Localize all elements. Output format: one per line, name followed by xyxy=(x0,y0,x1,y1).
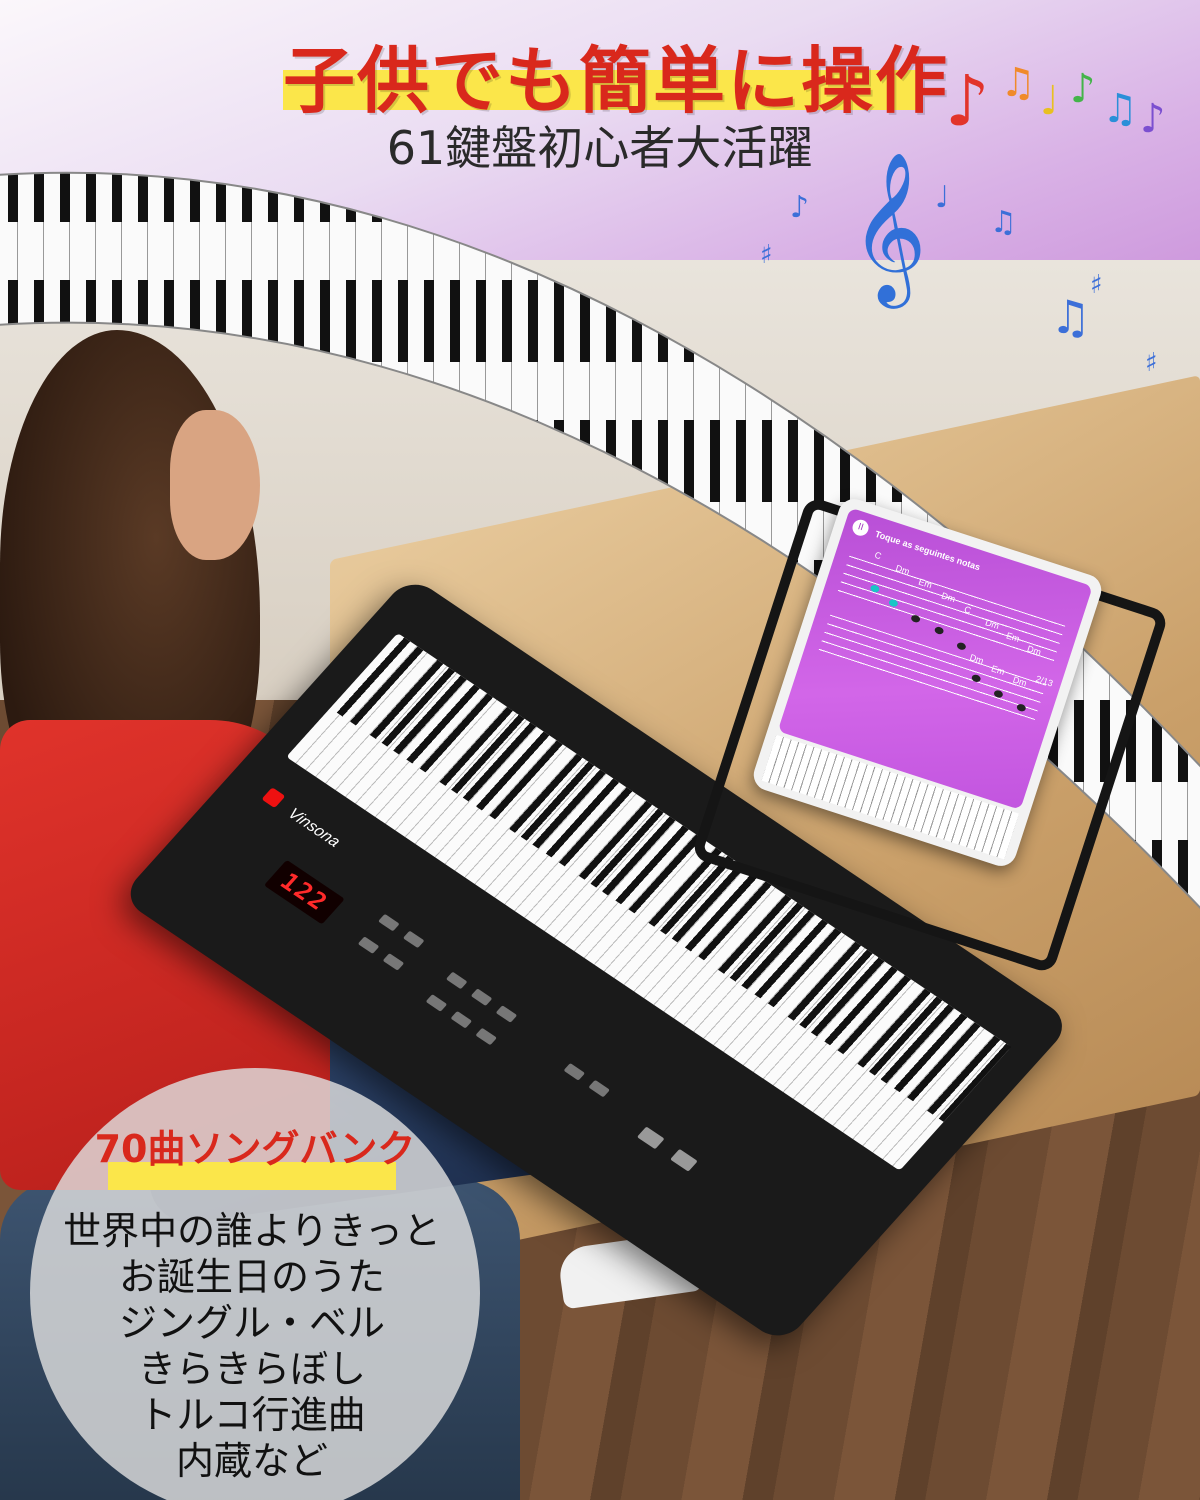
chord-label: C xyxy=(873,549,883,562)
subheadline: 61鍵盤初心者大活躍 xyxy=(386,121,814,175)
headline-block: 子供でも簡単に操作 xyxy=(283,18,947,123)
panel-button xyxy=(470,988,493,1006)
sharp-icon: ♯ xyxy=(760,240,773,270)
led-display: 122 xyxy=(263,859,345,925)
panel-button xyxy=(450,1010,473,1029)
panel-button xyxy=(636,1126,665,1150)
panel-button xyxy=(357,936,380,954)
music-note-icon: ♪ xyxy=(1140,96,1166,142)
music-note-icon: ♫ xyxy=(1050,290,1092,344)
tablet-title: Toque as seguintes notas xyxy=(873,528,982,573)
pause-icon: II xyxy=(850,517,871,538)
song-item: 世界中の誰よりきっと xyxy=(63,1209,441,1253)
music-note-icon: ♫ xyxy=(990,205,1017,240)
panel-button xyxy=(563,1063,586,1081)
girl-face xyxy=(170,410,260,560)
music-note-icon: ♪ xyxy=(945,60,990,142)
music-note-icon: ♩ xyxy=(1040,78,1059,124)
panel-button xyxy=(378,913,400,932)
panel-button xyxy=(670,1148,698,1172)
sharp-icon: ♯ xyxy=(1090,270,1103,300)
music-note-icon: ♪ xyxy=(1070,66,1096,112)
song-item: きらきらぼし xyxy=(137,1347,366,1391)
panel-button xyxy=(588,1079,611,1098)
product-photo: Vinsona 122 II Toque as seguintes notas … xyxy=(0,0,1200,1500)
panel-button xyxy=(382,953,405,971)
note-marker xyxy=(956,641,967,651)
sharp-icon: ♯ xyxy=(1145,348,1158,378)
panel-button xyxy=(495,1005,518,1023)
song-item: お誕生日のうた xyxy=(118,1255,385,1299)
music-note-icon: ♫ xyxy=(1000,60,1036,106)
panel-button xyxy=(402,930,425,949)
song-item: 内蔵など xyxy=(175,1439,328,1483)
music-note-icon: ♫ xyxy=(1102,86,1138,132)
panel-button xyxy=(425,994,448,1012)
panel-button xyxy=(445,971,468,990)
song-item: ジングル・ベル xyxy=(118,1301,385,1345)
brand-logo: Vinsona xyxy=(284,805,344,851)
panel-button xyxy=(475,1027,498,1046)
song-list: 世界中の誰よりきっと お誕生日のうた ジングル・ベル きらきらぼし トルコ行進曲… xyxy=(62,1208,442,1484)
music-note-icon: ♩ xyxy=(935,180,950,215)
power-button xyxy=(261,787,286,809)
music-note-icon: ♪ xyxy=(790,190,810,225)
badge-title: 70曲ソングバンク xyxy=(94,1127,416,1171)
song-item: トルコ行進曲 xyxy=(138,1393,366,1437)
